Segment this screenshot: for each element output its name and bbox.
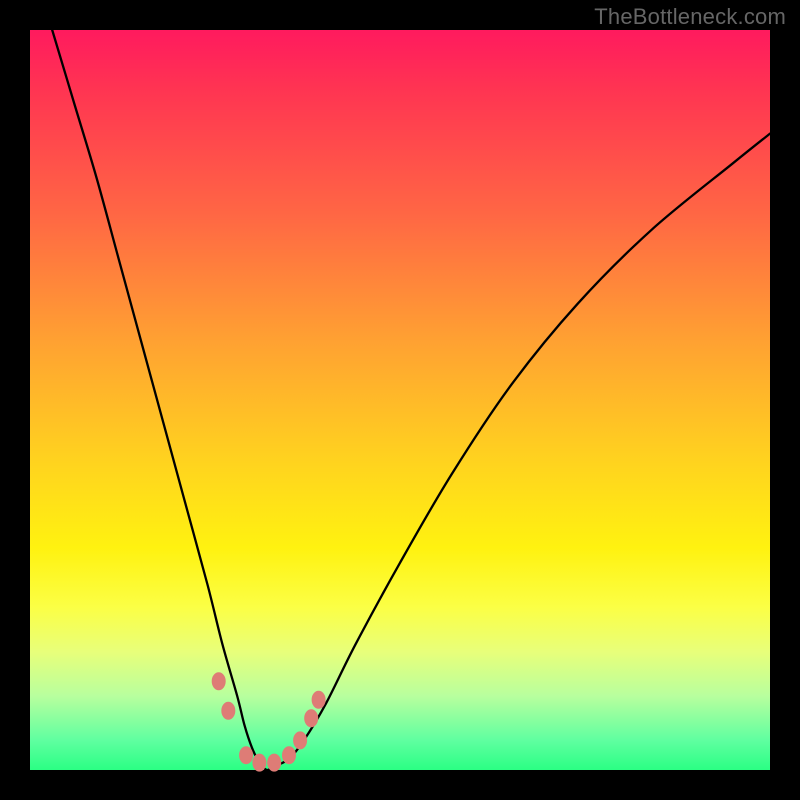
- bottleneck-curve: [52, 30, 770, 770]
- watermark-text: TheBottleneck.com: [594, 4, 786, 30]
- marker-dot: [293, 731, 307, 749]
- marker-dot: [212, 672, 226, 690]
- marker-dot: [221, 702, 235, 720]
- marker-dot: [312, 691, 326, 709]
- curve-layer: [30, 30, 770, 770]
- marker-dot: [304, 709, 318, 727]
- marker-dot: [239, 746, 253, 764]
- chart-frame: TheBottleneck.com: [0, 0, 800, 800]
- curve-path: [52, 30, 770, 770]
- marker-dot: [282, 746, 296, 764]
- marker-dot: [267, 754, 281, 772]
- curve-markers: [212, 672, 326, 771]
- marker-dot: [252, 754, 266, 772]
